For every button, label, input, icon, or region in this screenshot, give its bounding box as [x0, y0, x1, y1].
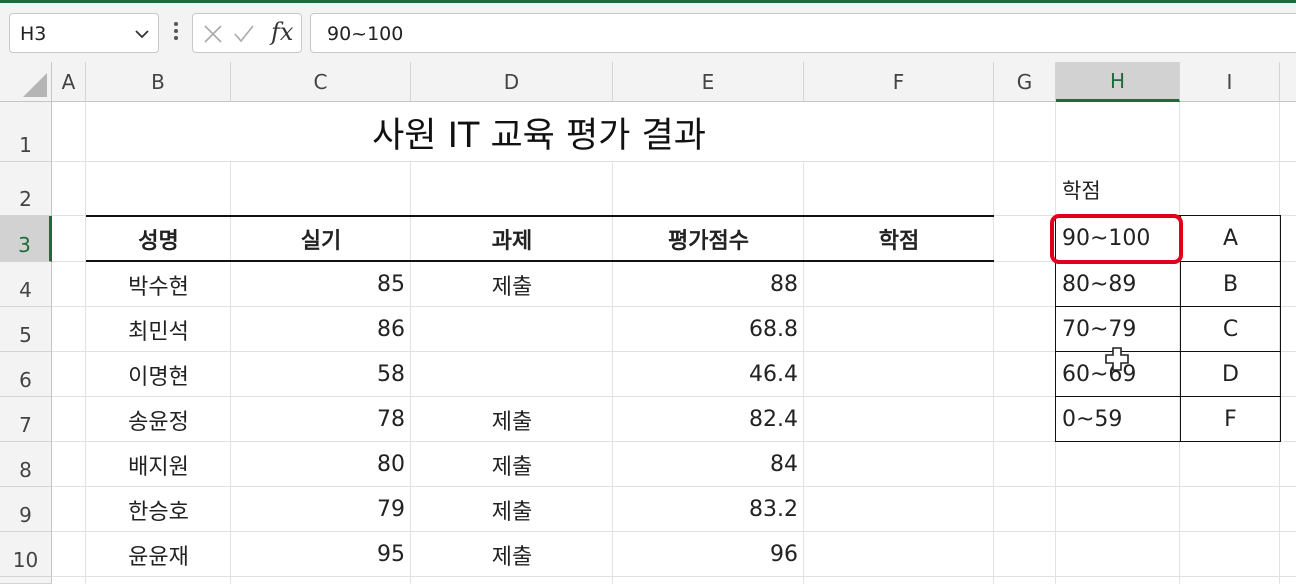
grade-range-cell[interactable]: 0~59 — [1056, 397, 1180, 441]
enter-check-icon[interactable] — [233, 24, 255, 44]
grade-range-cell[interactable]: 70~79 — [1056, 307, 1180, 351]
column-header-c[interactable]: C — [231, 62, 411, 102]
more-vertical-icon[interactable] — [168, 19, 184, 43]
cell-practical[interactable]: 58 — [231, 352, 411, 397]
cell-name[interactable]: 윤윤재 — [86, 532, 231, 577]
column-header-f[interactable]: F — [804, 62, 994, 102]
cell-practical[interactable]: 78 — [231, 397, 411, 442]
grade-range-cell[interactable]: 80~89 — [1056, 262, 1180, 306]
cell-assignment[interactable] — [411, 352, 613, 397]
column-header-i[interactable]: I — [1180, 62, 1280, 102]
header-score[interactable]: 평가점수 — [613, 217, 804, 261]
row-header-6[interactable]: 6 — [0, 352, 52, 397]
cell-assignment[interactable]: 제출 — [411, 487, 613, 532]
row-header-10[interactable]: 10 — [0, 532, 52, 577]
cell-practical[interactable]: 85 — [231, 262, 411, 307]
select-all-button[interactable] — [0, 62, 52, 102]
cell-assignment[interactable]: 제출 — [411, 532, 613, 577]
name-box-value: H3 — [20, 23, 47, 45]
column-header-e[interactable]: E — [613, 62, 804, 102]
grade-letter-cell[interactable]: C — [1181, 307, 1280, 351]
row-header-4[interactable]: 4 — [0, 262, 52, 307]
cell-practical[interactable]: 79 — [231, 487, 411, 532]
cell-assignment[interactable]: 제출 — [411, 262, 613, 307]
cell-score[interactable]: 68.8 — [613, 307, 804, 352]
row-header-5[interactable]: 5 — [0, 307, 52, 352]
cell-cursor-icon — [1105, 347, 1129, 371]
cell-score[interactable]: 96 — [613, 532, 804, 577]
grade-table-label[interactable]: 학점 — [1056, 166, 1180, 214]
grade-letter-cell[interactable]: A — [1181, 216, 1280, 261]
cell-score[interactable]: 84 — [613, 442, 804, 487]
cell-name[interactable]: 이명현 — [86, 352, 231, 397]
row-header-3[interactable]: 3 — [0, 216, 52, 262]
header-grade[interactable]: 학점 — [804, 217, 994, 261]
column-header-a[interactable]: A — [52, 62, 86, 102]
cell-assignment[interactable]: 제출 — [411, 397, 613, 442]
formula-actions: fx — [192, 13, 302, 53]
row-header-2[interactable]: 2 — [0, 162, 52, 216]
cell-name[interactable]: 배지원 — [86, 442, 231, 487]
header-name[interactable]: 성명 — [86, 217, 231, 261]
cell-practical[interactable]: 80 — [231, 442, 411, 487]
cancel-icon[interactable] — [203, 24, 223, 44]
row-header-1[interactable]: 1 — [0, 102, 52, 162]
cell-assignment[interactable]: 제출 — [411, 442, 613, 487]
cell-name[interactable]: 한승호 — [86, 487, 231, 532]
row-header-11[interactable] — [0, 577, 52, 584]
row-header-7[interactable]: 7 — [0, 397, 52, 442]
formula-bar: H3 fx 90~100 — [0, 3, 1296, 62]
cell-practical[interactable]: 86 — [231, 307, 411, 352]
cell-practical[interactable]: 95 — [231, 532, 411, 577]
row-header-9[interactable]: 9 — [0, 487, 52, 532]
chevron-down-icon[interactable] — [134, 26, 150, 42]
function-icon[interactable]: fx — [271, 18, 293, 46]
grade-letter-cell[interactable]: F — [1181, 397, 1280, 441]
cell-score[interactable]: 46.4 — [613, 352, 804, 397]
column-header-d[interactable]: D — [411, 62, 613, 102]
cell-name[interactable]: 최민석 — [86, 307, 231, 352]
formula-input[interactable]: 90~100 — [310, 13, 1296, 53]
formula-value: 90~100 — [327, 23, 404, 45]
cell-score[interactable]: 88 — [613, 262, 804, 307]
header-assignment[interactable]: 과제 — [411, 217, 613, 261]
cell-score[interactable]: 82.4 — [613, 397, 804, 442]
sheet-title: 사원 IT 교육 평가 결과 — [372, 115, 706, 156]
select-all-icon — [23, 73, 47, 97]
cell-name[interactable]: 박수현 — [86, 262, 231, 307]
cell-name[interactable]: 송윤정 — [86, 397, 231, 442]
column-header-j[interactable] — [1280, 62, 1296, 102]
grade-letter-cell[interactable]: D — [1181, 352, 1280, 396]
row-header-8[interactable]: 8 — [0, 442, 52, 487]
header-practical[interactable]: 실기 — [231, 217, 411, 261]
cell-score[interactable]: 83.2 — [613, 487, 804, 532]
column-header-h[interactable]: H — [1056, 62, 1180, 102]
cell-assignment[interactable] — [411, 307, 613, 352]
column-header-b[interactable]: B — [86, 62, 231, 102]
active-cell-highlight — [1050, 214, 1183, 264]
column-header-g[interactable]: G — [994, 62, 1056, 102]
grade-letter-cell[interactable]: B — [1181, 262, 1280, 306]
name-box[interactable]: H3 — [9, 13, 159, 53]
